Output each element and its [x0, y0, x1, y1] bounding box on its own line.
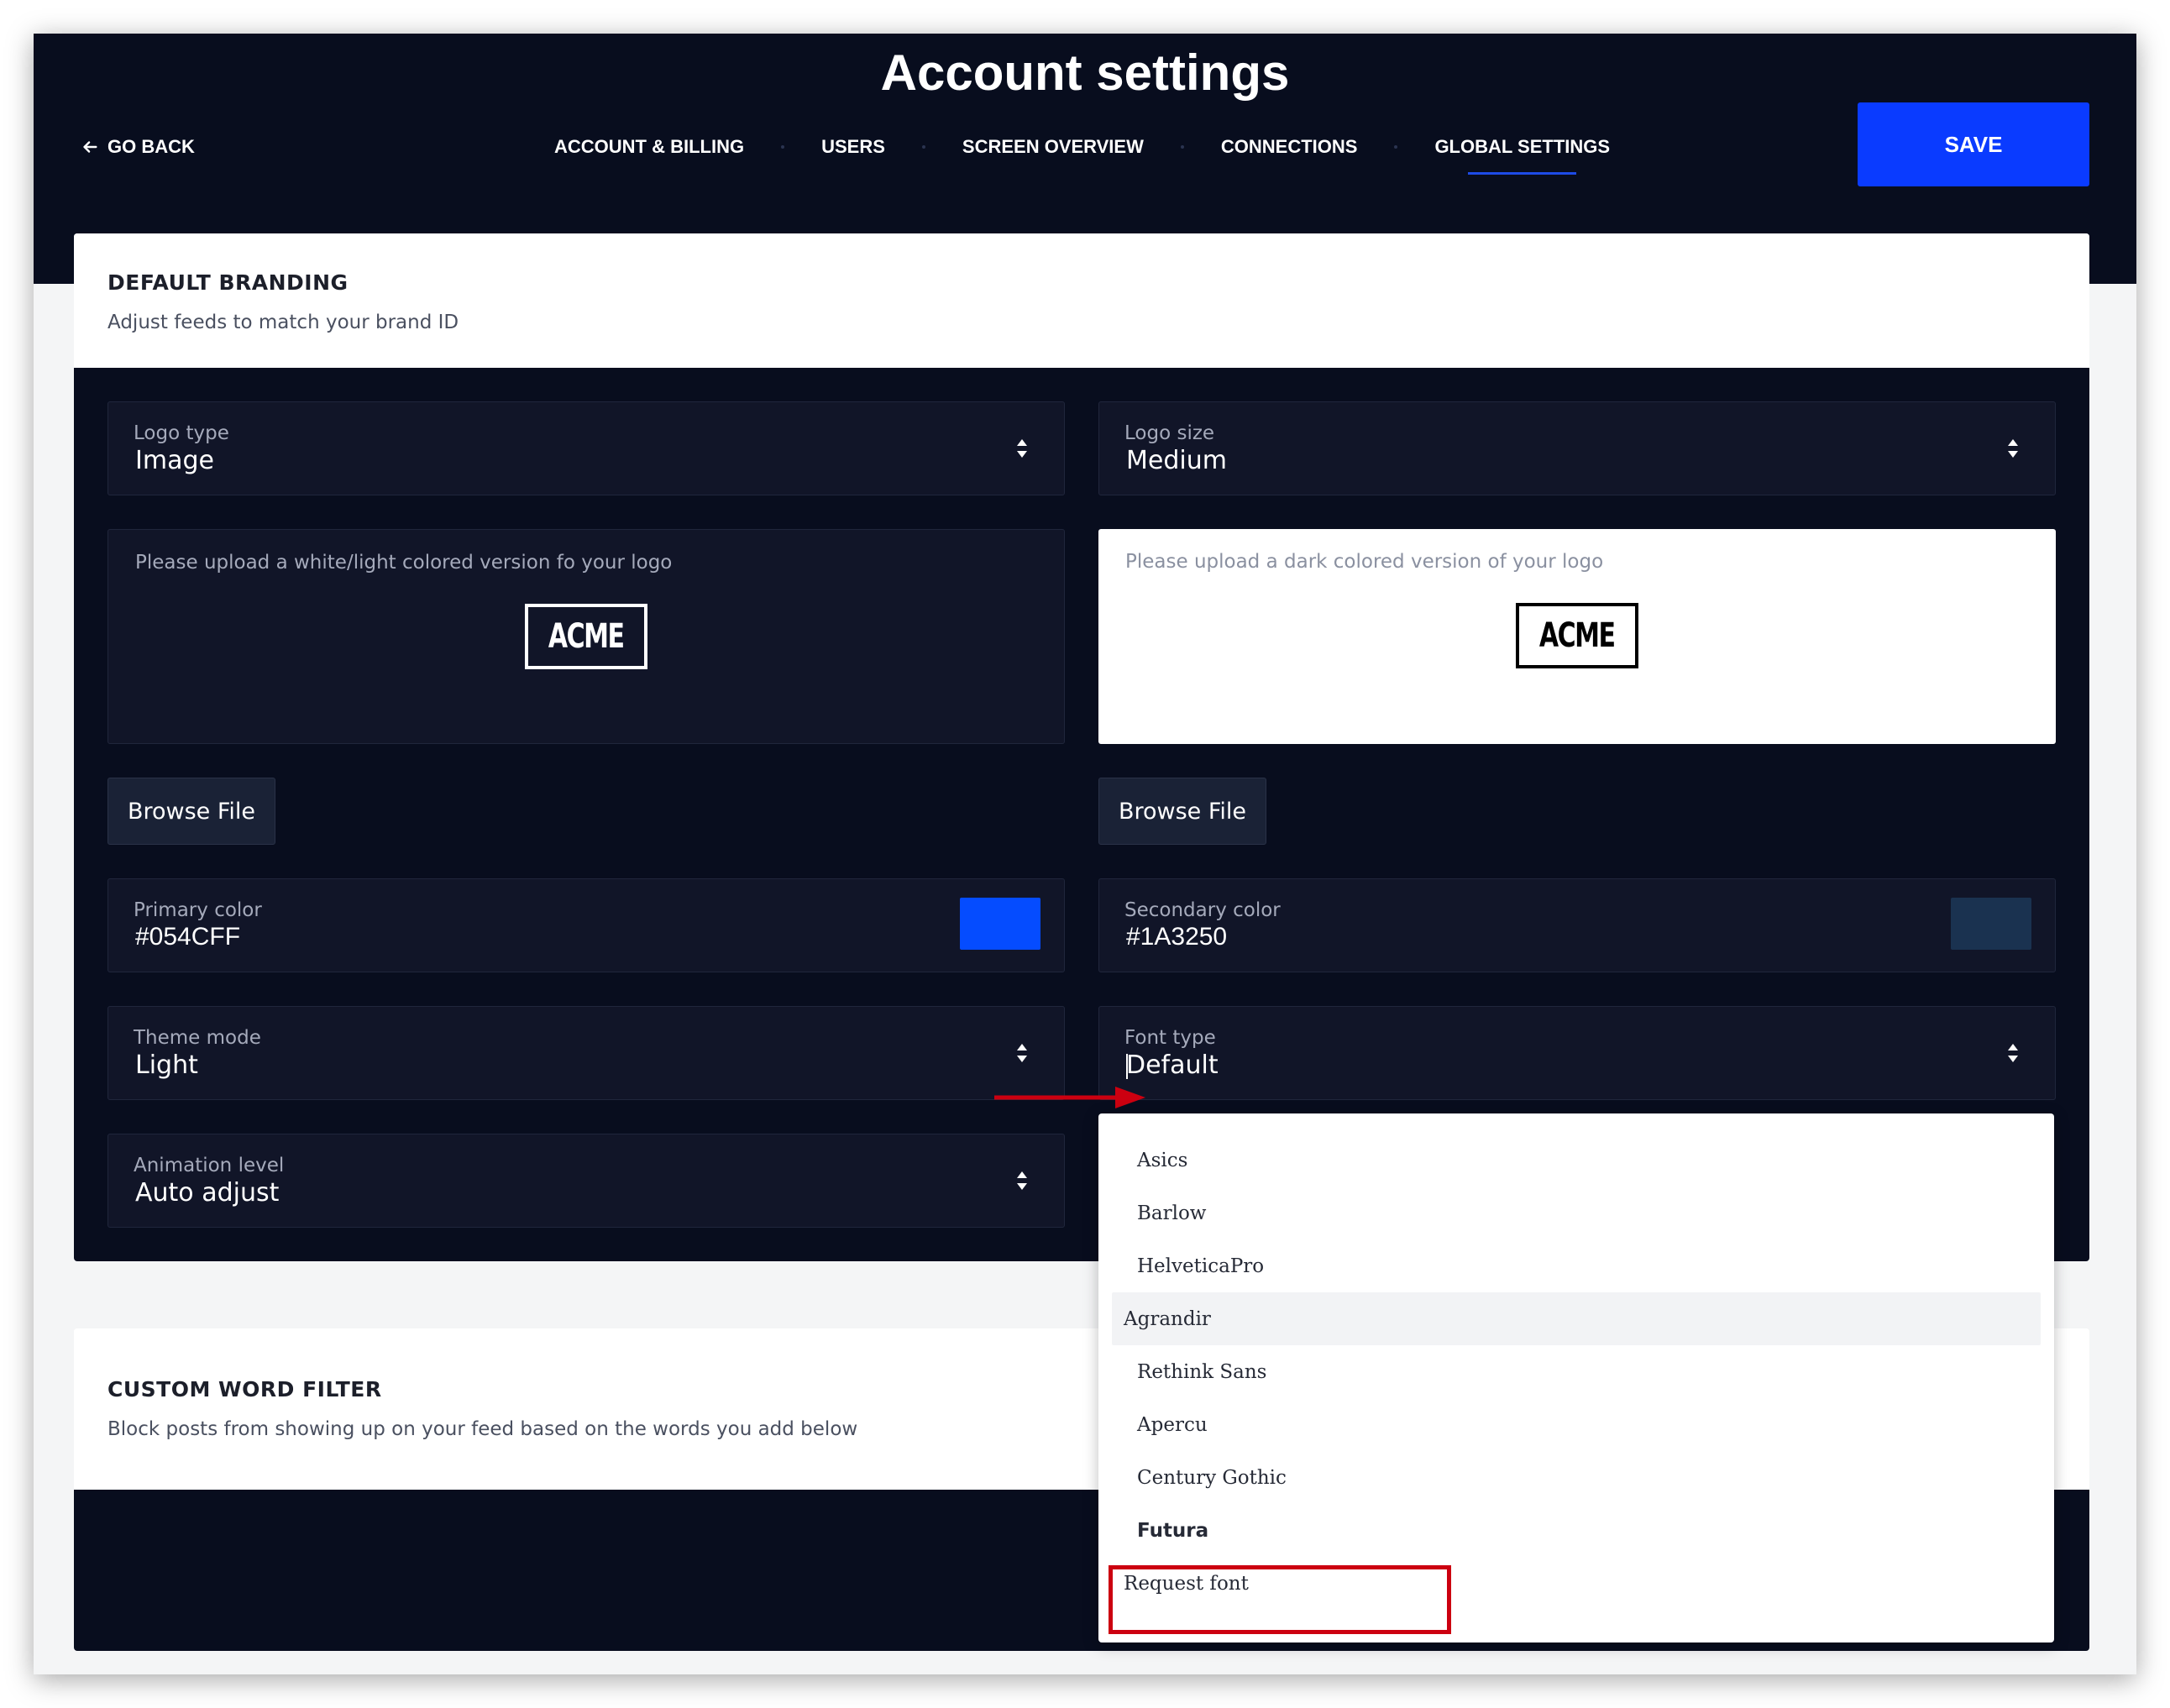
- logo-preview-dark: ACME: [1516, 603, 1638, 668]
- font-option-century-gothic[interactable]: Century Gothic: [1112, 1451, 2041, 1504]
- field-label: Primary color: [134, 899, 262, 921]
- browse-file-button-dark[interactable]: Browse File: [1098, 778, 1266, 845]
- font-type-select[interactable]: Font type Default: [1098, 1006, 2056, 1100]
- logo-preview-light: ACME: [525, 604, 647, 669]
- field-value: Default: [1126, 1050, 1219, 1080]
- font-option-futura[interactable]: Futura: [1112, 1504, 2041, 1557]
- browse-file-button-light[interactable]: Browse File: [107, 778, 275, 845]
- font-option-asics[interactable]: Asics: [1112, 1134, 2041, 1187]
- field-value: Auto adjust: [135, 1178, 280, 1208]
- field-label: Animation level: [134, 1155, 285, 1176]
- font-option-helveticapro[interactable]: HelveticaPro: [1112, 1239, 2041, 1292]
- app-window: Account settings GO BACK ACCOUNT & BILLI…: [34, 34, 2136, 1674]
- field-value: Medium: [1126, 446, 1227, 475]
- secondary-color-field[interactable]: Secondary color #1A3250: [1098, 878, 2056, 972]
- logo-text: ACME: [548, 617, 625, 656]
- light-logo-upload[interactable]: Please upload a white/light colored vers…: [107, 529, 1065, 744]
- logo-size-select[interactable]: Logo size Medium: [1098, 401, 2056, 495]
- font-option-agrandir[interactable]: Agrandir: [1112, 1292, 2041, 1345]
- font-option-barlow[interactable]: Barlow: [1112, 1187, 2041, 1239]
- tab-separator: [781, 145, 785, 149]
- go-back-link[interactable]: GO BACK: [81, 136, 195, 158]
- font-option-apercu[interactable]: Apercu: [1112, 1398, 2041, 1451]
- font-type-dropdown: Asics Barlow HelveticaPro Agrandir Rethi…: [1098, 1113, 2054, 1643]
- arrow-left-icon: [83, 141, 97, 153]
- sort-arrows-icon: [1017, 439, 1027, 458]
- sort-arrows-icon: [2008, 439, 2018, 458]
- section-title: DEFAULT BRANDING: [107, 270, 349, 295]
- primary-color-field[interactable]: Primary color #054CFF: [107, 878, 1065, 972]
- logo-type-select[interactable]: Logo type Image: [107, 401, 1065, 495]
- field-label: Theme mode: [134, 1027, 261, 1049]
- sort-arrows-icon: [1017, 1171, 1027, 1190]
- text-cursor: [1126, 1054, 1128, 1079]
- tab-separator: [921, 145, 925, 149]
- tab-separator: [1394, 145, 1398, 149]
- field-value: #054CFF: [135, 923, 241, 951]
- annotation-arrow-icon: [994, 1087, 1145, 1108]
- tab-connections[interactable]: CONNECTIONS: [1221, 136, 1358, 175]
- theme-mode-select[interactable]: Theme mode Light: [107, 1006, 1065, 1100]
- section-header: DEFAULT BRANDING Adjust feeds to match y…: [74, 233, 2089, 368]
- annotation-highlight-box: [1109, 1565, 1451, 1634]
- animation-level-select[interactable]: Animation level Auto adjust: [107, 1134, 1065, 1228]
- tab-global-settings[interactable]: GLOBAL SETTINGS: [1434, 136, 1610, 175]
- field-value: #1A3250: [1126, 923, 1228, 951]
- font-option-rethink-sans[interactable]: Rethink Sans: [1112, 1345, 2041, 1398]
- section-subtitle: Adjust feeds to match your brand ID: [107, 312, 459, 333]
- go-back-label: GO BACK: [107, 136, 195, 157]
- tab-separator: [1180, 145, 1184, 149]
- tab-users[interactable]: USERS: [821, 136, 885, 175]
- settings-tabs: ACCOUNT & BILLING USERS SCREEN OVERVIEW …: [554, 136, 1610, 175]
- dark-logo-upload[interactable]: Please upload a dark colored version of …: [1098, 529, 2056, 744]
- upload-hint: Please upload a white/light colored vers…: [135, 552, 673, 574]
- field-value: Image: [135, 446, 214, 475]
- field-label: Logo type: [134, 422, 229, 444]
- field-label: Secondary color: [1124, 899, 1281, 921]
- save-button[interactable]: SAVE: [1858, 102, 2089, 186]
- sort-arrows-icon: [1017, 1044, 1027, 1062]
- tab-screen-overview[interactable]: SCREEN OVERVIEW: [962, 136, 1144, 175]
- field-label: Font type: [1124, 1027, 1216, 1049]
- page-title: Account settings: [880, 45, 1290, 101]
- tab-account-billing[interactable]: ACCOUNT & BILLING: [554, 136, 744, 175]
- field-value: Light: [135, 1050, 198, 1080]
- primary-color-swatch[interactable]: [960, 898, 1040, 950]
- secondary-color-swatch[interactable]: [1951, 898, 2031, 950]
- logo-text: ACME: [1539, 616, 1616, 655]
- sort-arrows-icon: [2008, 1044, 2018, 1062]
- upload-hint: Please upload a dark colored version of …: [1125, 551, 1604, 573]
- field-label: Logo size: [1124, 422, 1215, 444]
